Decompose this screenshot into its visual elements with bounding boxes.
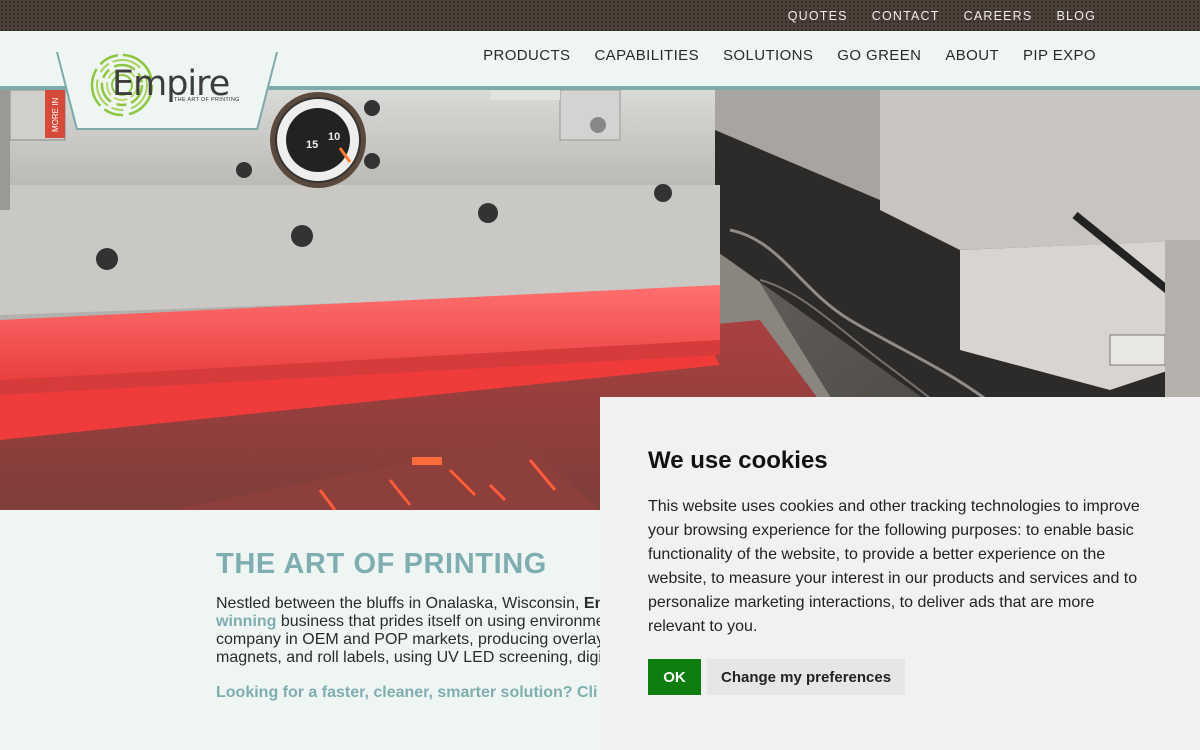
cookie-ok-button[interactable]: OK (648, 659, 701, 695)
intro-text-line-3: company in OEM and POP markets, producin… (216, 631, 605, 648)
nav-item-about[interactable]: ABOUT (945, 47, 999, 64)
utility-link-blog[interactable]: BLOG (1056, 9, 1096, 23)
cookie-description: This website uses cookies and other trac… (648, 498, 1140, 635)
cookie-buttons: OK Change my preferences (648, 659, 1152, 695)
utility-link-quotes[interactable]: QUOTES (788, 9, 848, 23)
intro-text-line-4: magnets, and roll labels, using UV LED s… (216, 649, 602, 666)
hero-sticker-text: MORE IN (51, 98, 60, 132)
cookie-preferences-button[interactable]: Change my preferences (707, 659, 906, 695)
nav-item-capabilities[interactable]: CAPABILITIES (594, 47, 699, 64)
intro-text-start: Nestled between the bluffs in Onalaska, … (216, 595, 584, 612)
utility-nav: QUOTES CONTACT CAREERS BLOG (764, 0, 1096, 31)
empire-logo[interactable]: Empire THE ART OF PRINTING (88, 48, 248, 120)
nav-item-products[interactable]: PRODUCTS (483, 47, 570, 64)
nav-item-go-green[interactable]: GO GREEN (837, 47, 921, 64)
nav-item-solutions[interactable]: SOLUTIONS (723, 47, 813, 64)
intro-paragraph: Nestled between the bluffs in Onalaska, … (216, 595, 656, 667)
dial-label-10: 10 (328, 131, 340, 143)
cookie-title: We use cookies (648, 447, 828, 474)
dial-label-15: 15 (306, 139, 318, 151)
logo-tagline: THE ART OF PRINTING (174, 97, 240, 103)
utility-link-contact[interactable]: CONTACT (872, 9, 940, 23)
intro-text-rest: business that prides itself on using env… (276, 613, 605, 630)
cookie-consent-panel: We use cookies This website uses cookies… (600, 397, 1200, 750)
main-nav: PRODUCTS CAPABILITIES SOLUTIONS GO GREEN… (459, 31, 1096, 79)
utility-bar: QUOTES CONTACT CAREERS BLOG (0, 0, 1200, 31)
utility-link-careers[interactable]: CAREERS (964, 9, 1033, 23)
nav-item-pip-expo[interactable]: PIP EXPO (1023, 47, 1096, 64)
intro-award-link[interactable]: winning (216, 613, 276, 630)
